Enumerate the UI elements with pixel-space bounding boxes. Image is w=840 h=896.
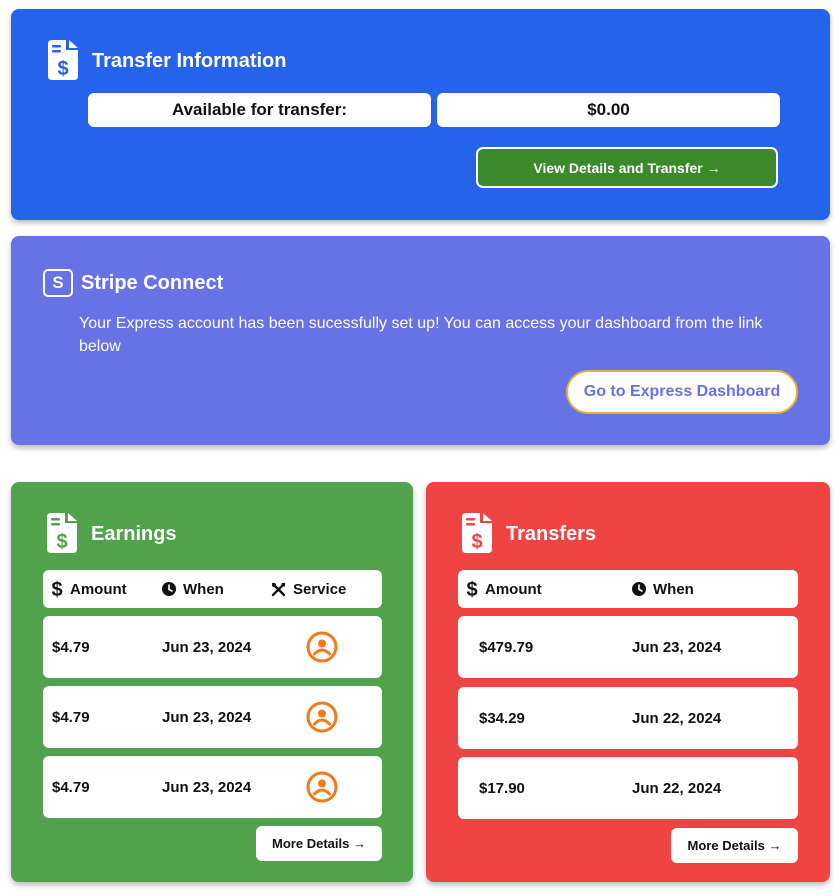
document-dollar-icon: $ — [462, 513, 492, 558]
when-cell: Jun 23, 2024 — [162, 778, 252, 796]
column-amount: $ Amount — [51, 579, 127, 599]
transfers-title: Transfers — [506, 523, 597, 545]
svg-text:$: $ — [51, 579, 62, 599]
amount-cell: $34.29 — [479, 709, 525, 727]
go-to-express-dashboard-button[interactable]: Go to Express Dashboard — [566, 370, 798, 414]
table-row[interactable]: $479.79 Jun 23, 2024 — [458, 616, 798, 678]
stripe-connect-message: Your Express account has been sucessfull… — [79, 315, 763, 355]
svg-text:$: $ — [57, 58, 68, 80]
earnings-card: $ Earnings $ Amount When Service $4.79 J… — [11, 482, 413, 882]
earnings-title: Earnings — [91, 523, 177, 545]
user-circle-icon — [306, 686, 338, 748]
when-cell: Jun 23, 2024 — [632, 638, 722, 656]
user-circle-icon — [306, 756, 338, 818]
table-row[interactable]: $4.79 Jun 23, 2024 — [43, 756, 382, 818]
clock-icon — [162, 582, 176, 596]
view-details-and-transfer-button[interactable]: View Details and Transfer → — [476, 147, 778, 188]
column-amount: $ Amount — [466, 579, 542, 599]
svg-text:$: $ — [466, 579, 477, 599]
transfers-more-details-button[interactable]: More Details → — [671, 828, 798, 863]
tools-icon — [271, 582, 286, 597]
transfers-card: $ Transfers $ Amount When $479.79 Jun 23… — [426, 482, 830, 882]
clock-icon — [632, 582, 646, 596]
user-circle-icon — [306, 616, 338, 678]
earnings-table-header: $ Amount When Service — [43, 570, 382, 608]
svg-text:$: $ — [471, 531, 482, 553]
when-cell: Jun 22, 2024 — [632, 709, 722, 727]
stripe-connect-card: S Stripe Connect Your Express account ha… — [11, 236, 830, 445]
stripe-s-icon: S — [43, 269, 73, 297]
when-cell: Jun 23, 2024 — [162, 708, 252, 726]
document-dollar-icon: $ — [47, 513, 77, 558]
table-row[interactable]: $4.79 Jun 23, 2024 — [43, 686, 382, 748]
transfers-table-header: $ Amount When — [458, 570, 798, 608]
column-service: Service — [271, 570, 346, 608]
amount-cell: $4.79 — [52, 778, 90, 796]
when-cell: Jun 22, 2024 — [632, 779, 722, 797]
available-for-transfer-label: Available for transfer: — [88, 93, 431, 127]
column-when: When — [632, 570, 694, 608]
dollar-icon: $ — [51, 579, 63, 599]
table-row[interactable]: $4.79 Jun 23, 2024 — [43, 616, 382, 678]
transfer-information-title: Transfer Information — [92, 50, 287, 72]
table-row[interactable]: $17.90 Jun 22, 2024 — [458, 757, 798, 819]
available-for-transfer-value: $0.00 — [437, 93, 780, 127]
transfer-information-card: $ Transfer Information Available for tra… — [11, 9, 830, 220]
column-when: When — [162, 570, 224, 608]
table-row[interactable]: $34.29 Jun 22, 2024 — [458, 687, 798, 749]
amount-cell: $17.90 — [479, 779, 525, 797]
amount-cell: $479.79 — [479, 638, 534, 656]
document-dollar-icon: $ — [48, 40, 78, 85]
when-cell: Jun 23, 2024 — [162, 638, 252, 656]
amount-cell: $4.79 — [52, 708, 90, 726]
earnings-more-details-button[interactable]: More Details → — [256, 826, 382, 861]
svg-text:$: $ — [56, 531, 67, 553]
stripe-connect-title: Stripe Connect — [81, 272, 224, 294]
dollar-icon: $ — [466, 579, 478, 599]
amount-cell: $4.79 — [52, 638, 90, 656]
